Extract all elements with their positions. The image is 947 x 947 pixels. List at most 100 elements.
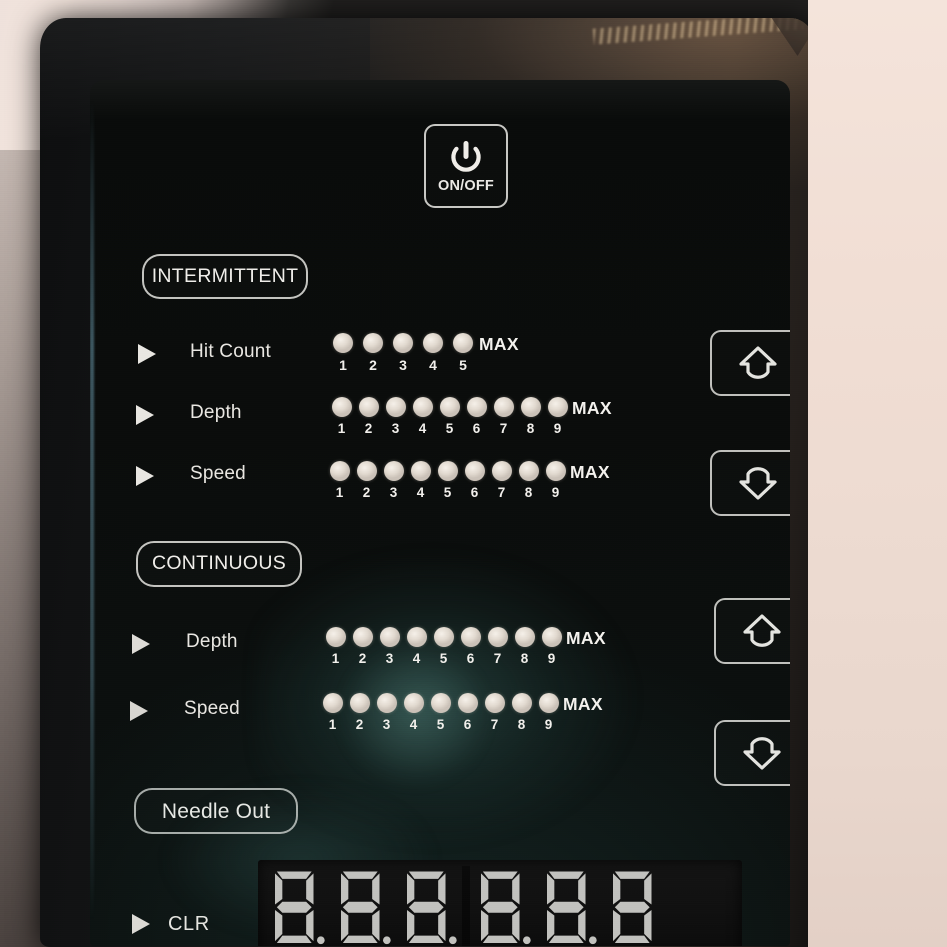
power-button[interactable]: ON/OFF	[424, 124, 508, 208]
led-cell[interactable]: 4	[418, 333, 448, 372]
led-indicator	[393, 333, 413, 353]
led-cell[interactable]: 3	[388, 333, 418, 372]
arrow-down-icon	[738, 732, 786, 774]
led-tick-label: 8	[517, 717, 526, 732]
led-bar-intermittent-depth[interactable]: 1 2 3 4 5 6 7 8 9 MAX	[328, 397, 612, 436]
led-tick-label: 6	[472, 421, 481, 436]
seven-segment-display	[258, 860, 742, 946]
row-label-hit-count: Hit Count	[190, 341, 272, 362]
led-tick-label: 4	[409, 717, 418, 732]
led-cell[interactable]: 3	[376, 627, 403, 666]
led-indicator	[466, 397, 487, 417]
led-indicator	[406, 627, 427, 647]
led-bar-continuous-speed[interactable]: 1 2 3 4 5 6 7 8 9 MAX	[319, 693, 603, 732]
row-intermittent-depth[interactable]: Depth	[134, 399, 242, 427]
led-indicator	[514, 627, 535, 647]
led-cell[interactable]: 4	[407, 461, 434, 500]
power-icon	[447, 139, 485, 177]
led-bar-intermittent-speed[interactable]: 1 2 3 4 5 6 7 8 9 MAX	[326, 461, 610, 500]
clr-row[interactable]: CLR	[130, 912, 210, 936]
continuous-up-button[interactable]	[714, 598, 790, 664]
led-cell[interactable]: 7	[490, 397, 517, 436]
led-cell[interactable]: 6	[457, 627, 484, 666]
led-indicator	[430, 693, 451, 713]
continuous-down-button[interactable]	[714, 720, 790, 786]
led-tick-label: 5	[439, 651, 448, 666]
brand-notch-decal	[758, 18, 816, 56]
row-continuous-depth[interactable]: Depth	[130, 628, 238, 656]
led-cell[interactable]: 8	[515, 461, 542, 500]
led-cell[interactable]: 2	[358, 333, 388, 372]
led-cell[interactable]: 1	[322, 627, 349, 666]
led-indicator	[322, 693, 343, 713]
led-cell[interactable]: 5	[434, 461, 461, 500]
row-intermittent-speed[interactable]: Speed	[134, 460, 246, 488]
led-indicator	[385, 397, 406, 417]
led-cell[interactable]: 8	[517, 397, 544, 436]
max-label: MAX	[479, 334, 519, 354]
led-tick-label: 9	[547, 651, 556, 666]
led-tick-label: 7	[499, 421, 508, 436]
panel-left-edge-glint	[90, 100, 94, 920]
section-label-intermittent[interactable]: INTERMITTENT	[142, 254, 308, 299]
led-tick-label: 5	[445, 421, 454, 436]
needle-out-button[interactable]: Needle Out	[134, 788, 298, 834]
led-tick-label: 5	[459, 357, 467, 373]
led-cell[interactable]: 9	[535, 693, 562, 732]
control-panel-face: ON/OFF INTERMITTENT Hit Count 1 2 3 4 5 …	[90, 80, 790, 946]
led-cell[interactable]: 3	[373, 693, 400, 732]
led-tick-label: 2	[358, 651, 367, 666]
led-cell[interactable]: 1	[319, 693, 346, 732]
led-tick-label: 6	[466, 651, 475, 666]
triangle-right-icon	[136, 342, 158, 366]
led-cell[interactable]: 3	[380, 461, 407, 500]
led-cell[interactable]: 5	[448, 333, 478, 372]
led-cell[interactable]: 1	[328, 397, 355, 436]
led-cell[interactable]: 2	[349, 627, 376, 666]
led-cell[interactable]: 2	[353, 461, 380, 500]
row-continuous-speed[interactable]: Speed	[128, 695, 240, 723]
led-cell[interactable]: 4	[409, 397, 436, 436]
row-intermittent-hit-count[interactable]: Hit Count	[136, 338, 271, 366]
photograph-canvas: ON/OFF INTERMITTENT Hit Count 1 2 3 4 5 …	[0, 0, 947, 947]
led-cell[interactable]: 1	[326, 461, 353, 500]
led-cell[interactable]: 4	[400, 693, 427, 732]
led-cell[interactable]: 4	[403, 627, 430, 666]
led-cell[interactable]: 2	[346, 693, 373, 732]
intermittent-down-button[interactable]	[710, 450, 790, 516]
led-indicator	[541, 627, 562, 647]
led-indicator	[547, 397, 568, 417]
led-cell[interactable]: 8	[508, 693, 535, 732]
led-cell[interactable]: 7	[484, 627, 511, 666]
led-indicator	[545, 461, 566, 481]
led-tick-label: 4	[416, 485, 425, 500]
led-indicator	[520, 397, 541, 417]
led-cell[interactable]: 3	[382, 397, 409, 436]
led-cell[interactable]: 9	[544, 397, 571, 436]
led-cell[interactable]: 5	[436, 397, 463, 436]
led-bar-intermittent-hit-count[interactable]: 1 2 3 4 5 MAX	[328, 333, 519, 372]
led-tick-label: 4	[429, 357, 437, 373]
led-cell[interactable]: 9	[542, 461, 569, 500]
led-cell[interactable]: 6	[454, 693, 481, 732]
led-indicator	[403, 693, 424, 713]
led-cell[interactable]: 2	[355, 397, 382, 436]
led-tick-label: 4	[418, 421, 427, 436]
section-label-continuous[interactable]: CONTINUOUS	[136, 541, 302, 587]
led-indicator	[410, 461, 431, 481]
led-cell[interactable]: 7	[481, 693, 508, 732]
led-indicator	[460, 627, 481, 647]
led-tick-label: 1	[331, 651, 340, 666]
row-label-depth: Depth	[186, 631, 238, 652]
intermittent-up-button[interactable]	[710, 330, 790, 396]
led-bar-continuous-depth[interactable]: 1 2 3 4 5 6 7 8 9 MAX	[322, 627, 606, 666]
led-cell[interactable]: 1	[328, 333, 358, 372]
led-cell[interactable]: 6	[463, 397, 490, 436]
led-cell[interactable]: 8	[511, 627, 538, 666]
led-cell[interactable]: 9	[538, 627, 565, 666]
led-cell[interactable]: 5	[427, 693, 454, 732]
led-cell[interactable]: 6	[461, 461, 488, 500]
led-tick-label: 1	[335, 485, 344, 500]
led-cell[interactable]: 5	[430, 627, 457, 666]
led-cell[interactable]: 7	[488, 461, 515, 500]
